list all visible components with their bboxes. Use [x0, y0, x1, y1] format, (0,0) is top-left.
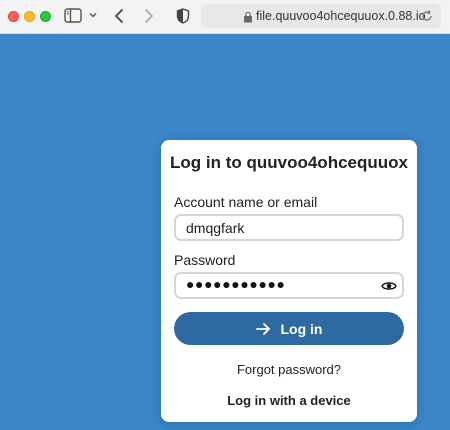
forward-icon[interactable]: [140, 7, 156, 25]
login-card: Log in to quuvoo4ohcequuox Account name …: [161, 140, 417, 422]
chevron-down-icon[interactable]: [88, 10, 98, 20]
login-button[interactable]: Log in: [174, 312, 404, 345]
password-input[interactable]: ●●●●●●●●●●●: [174, 272, 404, 299]
url-text: file.quuvoo4ohcequuox.0.88.io: [256, 9, 426, 23]
eye-icon[interactable]: [381, 279, 397, 293]
back-icon[interactable]: [112, 7, 128, 25]
reload-icon[interactable]: [420, 9, 434, 23]
password-mask: ●●●●●●●●●●●: [186, 276, 286, 292]
browser-toolbar: file.quuvoo4ohcequuox.0.88.io: [0, 0, 450, 34]
account-label: Account name or email: [174, 194, 318, 210]
address-bar[interactable]: file.quuvoo4ohcequuox.0.88.io: [201, 4, 441, 28]
arrow-right-icon: [255, 322, 271, 336]
forgot-password-link[interactable]: Forgot password?: [161, 362, 417, 377]
minimize-window-button[interactable]: [24, 11, 35, 22]
device-login-link[interactable]: Log in with a device: [161, 393, 417, 408]
login-button-label: Log in: [280, 320, 323, 337]
account-value: dmqgfark: [186, 220, 245, 236]
account-input[interactable]: dmqgfark: [174, 214, 404, 241]
shield-icon[interactable]: [175, 7, 191, 25]
zoom-window-button[interactable]: [40, 11, 51, 22]
lock-icon: [243, 10, 253, 23]
close-window-button[interactable]: [8, 11, 19, 22]
password-label: Password: [174, 252, 236, 268]
login-title: Log in to quuvoo4ohcequuox: [170, 153, 408, 172]
sidebar-icon[interactable]: [64, 8, 82, 23]
